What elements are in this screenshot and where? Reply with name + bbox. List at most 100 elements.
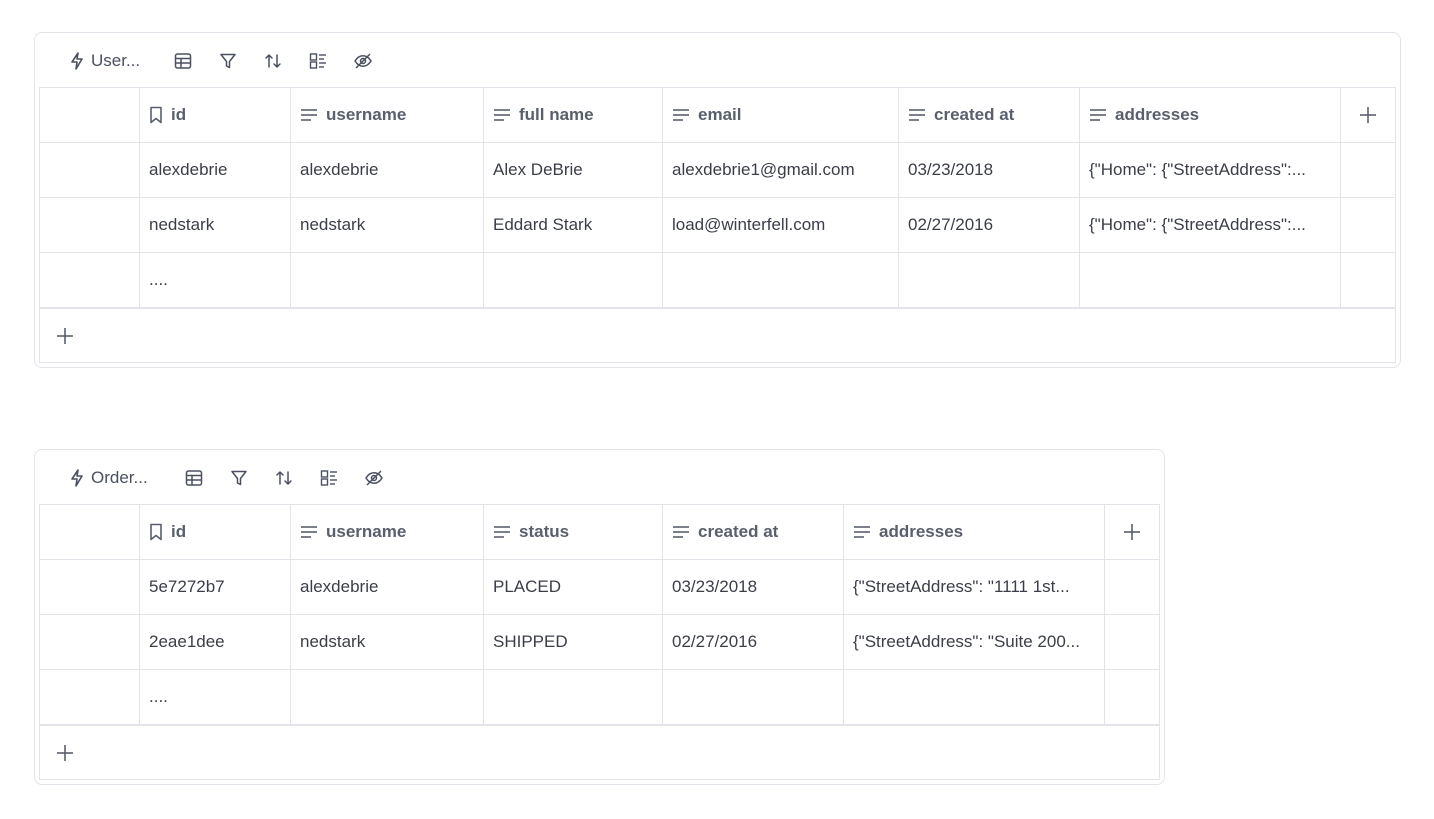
group-icon[interactable]: [304, 47, 332, 75]
table-view-icon[interactable]: [180, 464, 208, 492]
bolt-icon: [69, 469, 85, 487]
column-header-full-name[interactable]: full name: [484, 88, 663, 142]
cell-created-at[interactable]: 03/23/2018: [663, 560, 844, 614]
filter-icon[interactable]: [225, 464, 253, 492]
add-row-button[interactable]: [40, 725, 1159, 779]
cell-addresses[interactable]: {"StreetAddress": "Suite 200...: [844, 615, 1105, 669]
users-header-row: id username full name email created at a…: [40, 88, 1395, 143]
cell-addresses[interactable]: [844, 670, 1105, 724]
cell-created-at[interactable]: 03/23/2018: [899, 143, 1080, 197]
add-column-button[interactable]: [1341, 88, 1395, 142]
column-header-email[interactable]: email: [663, 88, 899, 142]
cell-created-at[interactable]: 02/27/2016: [899, 198, 1080, 252]
table-row[interactable]: ....: [40, 670, 1159, 725]
orders-table-name: Order...: [91, 468, 148, 487]
column-header-created-at[interactable]: created at: [663, 505, 844, 559]
cell-email[interactable]: [663, 253, 899, 307]
row-number-cell: [40, 615, 140, 669]
cell-username[interactable]: [291, 253, 484, 307]
cell-addresses[interactable]: {"Home": {"StreetAddress":...: [1080, 198, 1341, 252]
table-row[interactable]: 5e7272b7 alexdebrie PLACED 03/23/2018 {"…: [40, 560, 1159, 615]
cell-text: Alex DeBrie: [493, 160, 583, 179]
lines-icon: [672, 524, 690, 540]
table-row[interactable]: ....: [40, 253, 1395, 308]
cell-text: alexdebrie: [300, 577, 379, 596]
cell-text: {"StreetAddress": "1111 1st...: [853, 577, 1070, 596]
cell-id[interactable]: 2eae1dee: [140, 615, 291, 669]
cell-full-name[interactable]: [484, 253, 663, 307]
cell-full-name[interactable]: Eddard Stark: [484, 198, 663, 252]
column-header-created-at[interactable]: created at: [899, 88, 1080, 142]
sort-icon[interactable]: [270, 464, 298, 492]
cell-text: ....: [149, 687, 168, 706]
column-label: username: [326, 105, 407, 124]
cell-created-at[interactable]: 02/27/2016: [663, 615, 844, 669]
column-header-username[interactable]: username: [291, 88, 484, 142]
column-header-username[interactable]: username: [291, 505, 484, 559]
cell-text: 2eae1dee: [149, 632, 225, 651]
cell-username[interactable]: alexdebrie: [291, 560, 484, 614]
table-view-icon[interactable]: [169, 47, 197, 75]
bookmark-icon: [149, 523, 163, 541]
bolt-icon: [69, 52, 85, 70]
cell-id[interactable]: ....: [140, 670, 291, 724]
cell-text: {"Home": {"StreetAddress":...: [1089, 160, 1306, 179]
column-label: full name: [519, 105, 594, 124]
cell-full-name[interactable]: Alex DeBrie: [484, 143, 663, 197]
hide-fields-icon[interactable]: [360, 464, 388, 492]
cell-status[interactable]: PLACED: [484, 560, 663, 614]
orders-table-title[interactable]: Order...: [69, 464, 148, 492]
cell-username[interactable]: alexdebrie: [291, 143, 484, 197]
cell-username[interactable]: nedstark: [291, 198, 484, 252]
lines-icon: [300, 107, 318, 123]
cell-text: nedstark: [300, 632, 366, 651]
cell-username[interactable]: nedstark: [291, 615, 484, 669]
users-grid: id username full name email created at a…: [39, 87, 1396, 363]
cell-text: alexdebrie1@gmail.com: [672, 160, 855, 179]
column-header-addresses[interactable]: addresses: [844, 505, 1105, 559]
row-number-header: [40, 88, 140, 142]
lines-icon: [908, 107, 926, 123]
cell-addresses[interactable]: {"StreetAddress": "1111 1st...: [844, 560, 1105, 614]
cell-created-at[interactable]: [663, 670, 844, 724]
sort-icon[interactable]: [259, 47, 287, 75]
column-label: username: [326, 522, 407, 541]
orders-grid: id username status created at addresses: [39, 504, 1160, 780]
cell-addresses[interactable]: [1080, 253, 1341, 307]
column-header-id[interactable]: id: [140, 505, 291, 559]
cell-email[interactable]: load@winterfell.com: [663, 198, 899, 252]
cell-created-at[interactable]: [899, 253, 1080, 307]
users-table-title[interactable]: User...: [69, 47, 140, 75]
add-row-button[interactable]: [40, 308, 1395, 362]
cell-addresses[interactable]: {"Home": {"StreetAddress":...: [1080, 143, 1341, 197]
cell-id[interactable]: nedstark: [140, 198, 291, 252]
lines-icon: [1089, 107, 1107, 123]
group-icon[interactable]: [315, 464, 343, 492]
table-row[interactable]: nedstark nedstark Eddard Stark load@wint…: [40, 198, 1395, 253]
cell-empty: [1341, 143, 1395, 197]
table-row[interactable]: alexdebrie alexdebrie Alex DeBrie alexde…: [40, 143, 1395, 198]
add-column-button[interactable]: [1105, 505, 1159, 559]
cell-id[interactable]: ....: [140, 253, 291, 307]
row-number-cell: [40, 143, 140, 197]
cell-id[interactable]: 5e7272b7: [140, 560, 291, 614]
cell-text: nedstark: [149, 215, 215, 234]
cell-status[interactable]: SHIPPED: [484, 615, 663, 669]
table-row[interactable]: 2eae1dee nedstark SHIPPED 02/27/2016 {"S…: [40, 615, 1159, 670]
column-label: status: [519, 522, 570, 541]
row-number-cell: [40, 670, 140, 724]
lines-icon: [493, 107, 511, 123]
column-label: id: [171, 522, 187, 541]
column-header-status[interactable]: status: [484, 505, 663, 559]
cell-text: PLACED: [493, 577, 562, 596]
hide-fields-icon[interactable]: [349, 47, 377, 75]
column-header-addresses[interactable]: addresses: [1080, 88, 1341, 142]
cell-status[interactable]: [484, 670, 663, 724]
plus-icon: [1123, 523, 1141, 541]
filter-icon[interactable]: [214, 47, 242, 75]
cell-username[interactable]: [291, 670, 484, 724]
cell-email[interactable]: alexdebrie1@gmail.com: [663, 143, 899, 197]
cell-empty: [1341, 198, 1395, 252]
cell-id[interactable]: alexdebrie: [140, 143, 291, 197]
column-header-id[interactable]: id: [140, 88, 291, 142]
